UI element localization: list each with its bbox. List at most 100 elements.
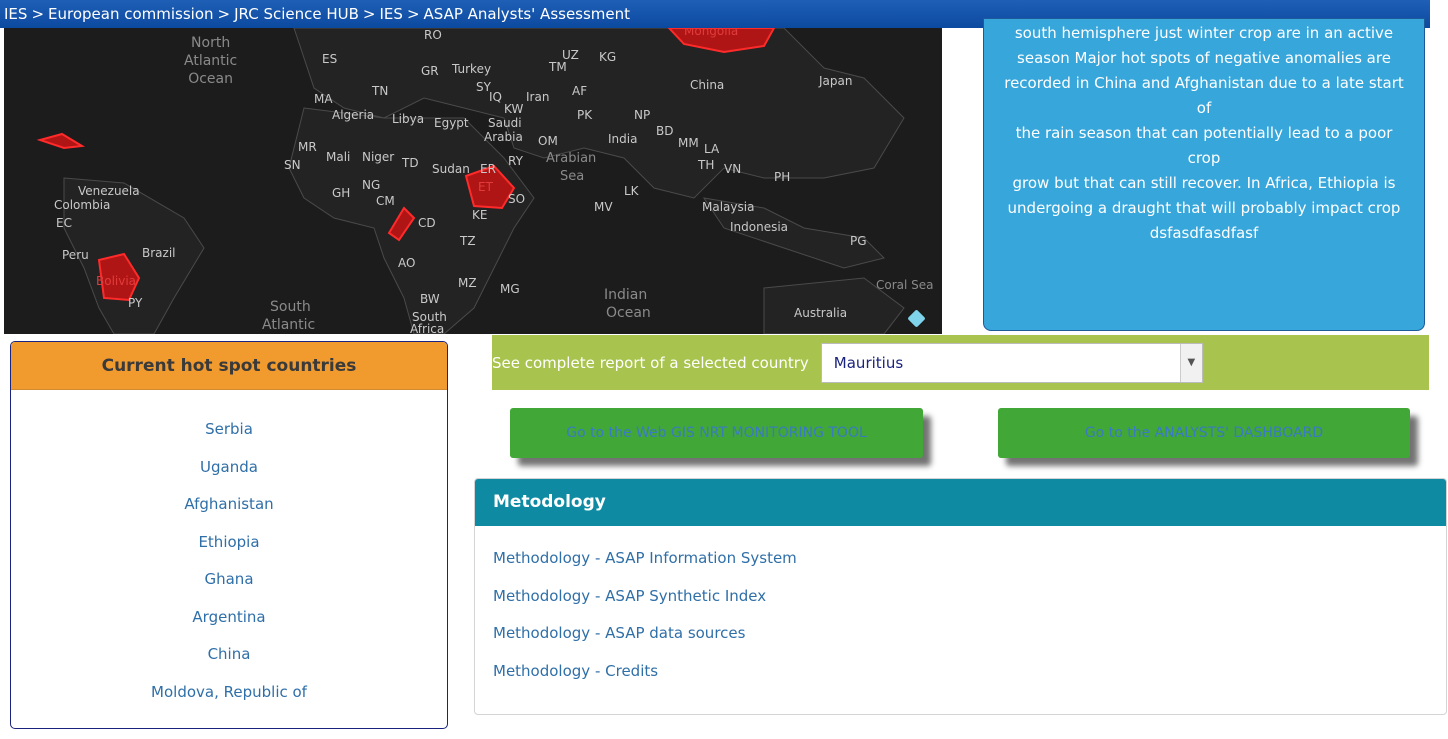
map-label-ke: KE — [472, 208, 488, 222]
methodology-link-synthetic-index[interactable]: Methodology - ASAP Synthetic Index — [493, 587, 766, 605]
map-label-py: PY — [128, 296, 143, 310]
country-select-value: Mauritius — [833, 353, 904, 372]
list-item: China — [11, 635, 447, 673]
assessment-summary: south hemisphere just winter crop are in… — [983, 18, 1425, 331]
list-item: Methodology - ASAP Synthetic Index — [493, 584, 1446, 622]
map-label-china: China — [690, 78, 725, 92]
hotspot-country-list: Serbia Uganda Afghanistan Ethiopia Ghana… — [11, 390, 447, 710]
list-item: Uganda — [11, 448, 447, 486]
map-label-pg: PG — [850, 234, 867, 248]
map-label-np: NP — [634, 108, 651, 122]
map-label-la: LA — [704, 142, 720, 156]
methodology-panel: Metodology Methodology - ASAP Informatio… — [474, 478, 1447, 715]
country-link-ghana[interactable]: Ghana — [204, 570, 253, 588]
map-label-atlantic-2: Atlantic — [262, 317, 316, 333]
map-label-so: SO — [508, 192, 526, 206]
map-label-vn: VN — [724, 162, 742, 176]
breadcrumb-separator: > — [406, 5, 420, 23]
country-report-selector: See complete report of a selected countr… — [492, 335, 1429, 390]
map-label-es: ES — [322, 52, 338, 66]
breadcrumb-ies[interactable]: IES — [4, 5, 27, 23]
methodology-link-data-sources[interactable]: Methodology - ASAP data sources — [493, 624, 745, 642]
map-label-et: ET — [478, 180, 493, 194]
methodology-title: Metodology — [475, 479, 1446, 526]
map-label-er: ER — [480, 162, 496, 176]
map-label-mv: MV — [594, 200, 613, 214]
list-item: Methodology - ASAP Information System — [493, 546, 1446, 584]
methodology-link-credits[interactable]: Methodology - Credits — [493, 662, 658, 680]
map-label-ro: RO — [424, 28, 442, 42]
map-label-om: OM — [538, 134, 558, 148]
list-item: Moldova, Republic of — [11, 673, 447, 711]
chevron-down-icon[interactable]: ▼ — [1179, 343, 1202, 382]
map-label-kg: KG — [599, 50, 617, 64]
map-label-south-atlantic: South — [270, 299, 311, 315]
map-label-sudan: Sudan — [432, 162, 470, 176]
map-label-ng: NG — [362, 178, 381, 192]
country-link-china[interactable]: China — [208, 645, 251, 663]
summary-line: the rain season that can potentially lea… — [1015, 124, 1393, 167]
map-label-algeria: Algeria — [332, 108, 375, 122]
country-link-serbia[interactable]: Serbia — [205, 420, 253, 438]
map-label-sea: Sea — [560, 169, 585, 184]
map-label-tm: TM — [549, 60, 567, 74]
map-label-arabia: Arabia — [484, 130, 523, 144]
web-gis-button[interactable]: Go to the Web GIS NRT MONITORING TOOL — [510, 408, 923, 458]
country-link-uganda[interactable]: Uganda — [200, 458, 258, 476]
map-label-indonesia: Indonesia — [730, 220, 789, 234]
map-label-coral-sea: Coral Sea — [876, 278, 934, 292]
breadcrumb-separator: > — [31, 5, 45, 23]
country-selector-label: See complete report of a selected countr… — [492, 353, 809, 372]
analysts-dashboard-button[interactable]: Go to the ANALYSTS' DASHBOARD — [998, 408, 1410, 458]
map-label-brazil: Brazil — [142, 246, 176, 260]
map-label-indian: Indian — [604, 287, 648, 303]
map-label-ocean: Ocean — [188, 71, 234, 87]
map-label-mongolia: Mongolia — [684, 28, 739, 38]
map-label-bw: BW — [420, 292, 440, 306]
map-label-iq: IQ — [489, 90, 502, 104]
breadcrumb-european-commission[interactable]: European commission — [48, 5, 214, 23]
map-label-north: North — [191, 35, 231, 51]
map-label-tn: TN — [372, 84, 389, 98]
country-link-afghanistan[interactable]: Afghanistan — [184, 495, 273, 513]
map-label-gh: GH — [332, 186, 351, 200]
map-label-cm: CM — [376, 194, 395, 208]
list-item: Methodology - Credits — [493, 659, 1446, 697]
breadcrumb-separator: > — [362, 5, 376, 23]
map-label-kw: KW — [504, 102, 524, 116]
map-label-ec: EC — [56, 216, 72, 230]
list-item: Argentina — [11, 598, 447, 636]
hotspot-panel-title: Current hot spot countries — [11, 342, 447, 390]
methodology-link-information-system[interactable]: Methodology - ASAP Information System — [493, 549, 797, 567]
map-label-peru: Peru — [62, 248, 89, 262]
map-label-malaysia: Malaysia — [702, 200, 755, 214]
map-label-mm: MM — [678, 136, 699, 150]
country-link-argentina[interactable]: Argentina — [192, 608, 265, 626]
map-label-mg: MG — [500, 282, 520, 296]
country-link-moldova[interactable]: Moldova, Republic of — [151, 683, 307, 701]
country-link-ethiopia[interactable]: Ethiopia — [198, 533, 259, 551]
map-label-pk: PK — [577, 108, 593, 122]
summary-line: recorded in China and Afghanistan due to… — [1004, 74, 1404, 117]
country-select[interactable]: Mauritius ▼ — [820, 342, 1203, 383]
map-label-td: TD — [402, 156, 419, 170]
hotspot-countries-panel: Current hot spot countries Serbia Uganda… — [10, 341, 448, 729]
breadcrumb-separator: > — [217, 5, 231, 23]
breadcrumb-jrc-science-hub[interactable]: JRC Science HUB — [234, 5, 359, 23]
list-item: Ghana — [11, 560, 447, 598]
list-item: Ethiopia — [11, 523, 447, 561]
summary-line: undergoing a draught that will probably … — [1007, 199, 1401, 217]
map-label-india: India — [608, 132, 638, 146]
map-label-af: AF — [572, 84, 588, 98]
map-label-mali: Mali — [326, 150, 351, 164]
summary-line: season Major hot spots of negative anoma… — [1017, 49, 1391, 67]
map-label-niger: Niger — [362, 150, 395, 164]
map-label-bd: BD — [656, 124, 674, 138]
breadcrumb-ies-2[interactable]: IES — [380, 5, 403, 23]
map-label: North Atlantic Ocean — [184, 34, 237, 88]
map-label-japan: Japan — [819, 74, 853, 88]
map-label-indian-ocean: Ocean — [606, 305, 651, 321]
map-label-lk: LK — [624, 184, 639, 198]
world-map[interactable]: North Atlantic Ocean Mongolia Turkey GR RO… — [4, 28, 942, 334]
list-item: Serbia — [11, 410, 447, 448]
